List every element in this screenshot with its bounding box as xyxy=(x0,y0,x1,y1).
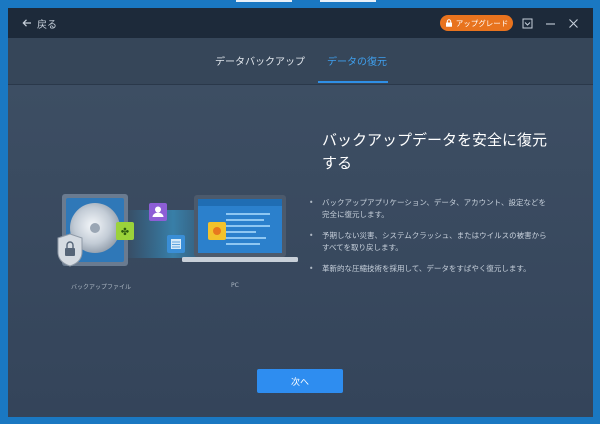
back-arrow-icon xyxy=(22,19,31,27)
title-bar: 戻る アップグレード xyxy=(8,8,593,38)
backup-file-caption: バックアップファイル xyxy=(71,284,132,291)
minimize-button[interactable] xyxy=(544,17,556,29)
top-edge-highlight-left xyxy=(236,0,292,2)
feature-list: バックアップアプリケーション、データ、アカウント、設定などを完全に復元します。 … xyxy=(308,197,553,284)
back-button[interactable]: 戻る xyxy=(22,16,57,31)
close-icon xyxy=(568,18,578,28)
pc-caption: PC xyxy=(231,282,239,289)
tab-data-backup[interactable]: データバックアップ xyxy=(215,53,305,68)
active-tab-indicator xyxy=(318,81,388,83)
app-window: 戻る アップグレード データバックアップ データの復元 ✤ バックアップファイル… xyxy=(8,8,593,417)
back-label: 戻る xyxy=(37,19,57,31)
close-button[interactable] xyxy=(567,17,579,29)
shield-lock-icon xyxy=(57,233,83,267)
feature-item: バックアップアプリケーション、データ、アカウント、設定などを完全に復元します。 xyxy=(308,197,553,221)
menu-button[interactable] xyxy=(521,17,533,29)
feature-item: 革新的な圧縮技術を採用して、データをすばやく復元します。 xyxy=(308,263,553,275)
menu-icon xyxy=(522,18,532,28)
tab-data-restore[interactable]: データの復元 xyxy=(327,53,387,68)
upgrade-label: アップグレード xyxy=(455,18,509,28)
feature-item: 予期しない災害、システムクラッシュ、またはウイルスの被害からすべてを取り戻します… xyxy=(308,230,553,254)
page-heading: バックアップデータを安全に復元する xyxy=(322,131,548,172)
top-edge-highlight-right xyxy=(320,0,376,2)
tab-bar: データバックアップ データの復元 xyxy=(8,38,593,85)
main-content: ✤ バックアップファイル PC バックアップデータを安全に復元する バックアップ… xyxy=(8,85,593,417)
lock-icon xyxy=(445,19,452,27)
upgrade-button[interactable]: アップグレード xyxy=(440,15,513,31)
svg-text:✤: ✤ xyxy=(121,227,129,238)
restore-illustration: ✤ xyxy=(57,194,298,267)
minimize-icon xyxy=(545,22,555,25)
next-button[interactable]: 次へ xyxy=(257,369,343,393)
